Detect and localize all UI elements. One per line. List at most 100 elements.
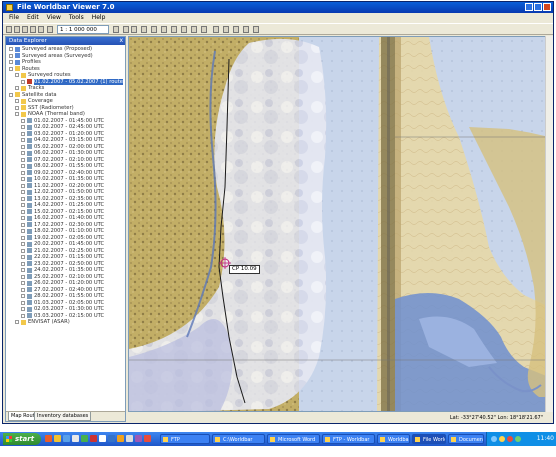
panel-close-icon[interactable]: x	[119, 37, 123, 45]
expand-toggle-icon[interactable]	[15, 112, 19, 116]
expand-toggle-icon[interactable]	[21, 190, 25, 194]
expand-toggle-icon[interactable]	[21, 229, 25, 233]
expand-toggle-icon[interactable]	[21, 281, 25, 285]
quicklaunch-tool-icon[interactable]	[135, 435, 142, 442]
taskbar-button[interactable]: File Worldbar Viewer	[412, 434, 446, 444]
expand-toggle-icon[interactable]	[21, 125, 25, 129]
quicklaunch-browser-icon[interactable]	[45, 435, 52, 442]
quicklaunch-desktop-icon[interactable]	[63, 435, 70, 442]
expand-toggle-icon[interactable]	[21, 79, 25, 84]
expand-toggle-icon[interactable]	[21, 144, 25, 149]
expand-toggle-icon[interactable]	[9, 92, 13, 97]
expand-toggle-icon[interactable]	[21, 242, 25, 246]
expand-toggle-icon[interactable]	[9, 66, 13, 71]
expand-toggle-icon[interactable]	[15, 86, 19, 90]
expand-toggle-icon[interactable]	[9, 60, 13, 64]
quicklaunch-ie-icon[interactable]	[108, 435, 115, 442]
new-icon[interactable]	[6, 26, 12, 33]
pan-icon[interactable]	[113, 26, 119, 33]
expand-toggle-icon[interactable]	[15, 99, 19, 103]
map-canvas[interactable]	[129, 37, 548, 412]
save-icon[interactable]	[22, 26, 28, 33]
info-icon[interactable]	[191, 26, 197, 33]
expand-toggle-icon[interactable]	[21, 248, 25, 253]
quicklaunch-notepad-icon[interactable]	[72, 435, 79, 442]
taskbar-button[interactable]: FTP	[160, 434, 210, 444]
expand-toggle-icon[interactable]	[21, 138, 25, 142]
start-button[interactable]: start	[3, 433, 41, 445]
tree-item[interactable]: ENVISAT (ASAR)	[6, 319, 125, 326]
expand-toggle-icon[interactable]	[21, 131, 25, 136]
expand-toggle-icon[interactable]	[21, 300, 25, 305]
expand-toggle-icon[interactable]	[21, 235, 25, 240]
quicklaunch-pdf-icon[interactable]	[144, 435, 151, 442]
expand-toggle-icon[interactable]	[21, 255, 25, 259]
expand-toggle-icon[interactable]	[9, 47, 13, 51]
expand-toggle-icon[interactable]	[21, 164, 25, 168]
expand-toggle-icon[interactable]	[9, 53, 13, 58]
quicklaunch-app-icon[interactable]	[81, 435, 88, 442]
scale-input[interactable]: 1 : 1 000 000	[57, 25, 109, 34]
print-icon[interactable]	[201, 26, 207, 33]
network-icon[interactable]	[491, 436, 497, 442]
expand-toggle-icon[interactable]	[21, 274, 25, 279]
expand-toggle-icon[interactable]	[21, 151, 25, 155]
expand-toggle-icon[interactable]	[21, 183, 25, 188]
expand-toggle-icon[interactable]	[21, 157, 25, 162]
expand-toggle-icon[interactable]	[21, 287, 25, 292]
expand-toggle-icon[interactable]	[21, 177, 25, 181]
home-icon[interactable]	[47, 26, 53, 33]
menu-file[interactable]: File	[9, 13, 19, 23]
expand-toggle-icon[interactable]	[15, 105, 19, 110]
quicklaunch-paint-icon[interactable]	[126, 435, 133, 442]
expand-toggle-icon[interactable]	[21, 170, 25, 175]
refresh-icon[interactable]	[151, 26, 157, 33]
close-button[interactable]	[543, 3, 551, 11]
expand-toggle-icon[interactable]	[21, 209, 25, 214]
layers-icon[interactable]	[171, 26, 177, 33]
export-icon[interactable]	[243, 26, 249, 33]
taskbar-button[interactable]: Microsoft Word	[267, 434, 320, 444]
antivirus-icon[interactable]	[507, 436, 513, 442]
taskbar-button[interactable]: C:\Worldbar	[212, 434, 265, 444]
map-scrollbar[interactable]	[545, 36, 553, 412]
expand-toggle-icon[interactable]	[15, 73, 19, 77]
quicklaunch-misc-icon[interactable]	[117, 435, 124, 442]
split-icon[interactable]	[233, 26, 239, 33]
back-icon[interactable]	[30, 26, 36, 33]
map-view[interactable]: CP 10.09	[128, 36, 548, 412]
quicklaunch-word-icon[interactable]	[99, 435, 106, 442]
forward-icon[interactable]	[38, 26, 44, 33]
menu-edit[interactable]: Edit	[27, 13, 39, 23]
globe-icon[interactable]	[161, 26, 167, 33]
quicklaunch-media-icon[interactable]	[90, 435, 97, 442]
expand-toggle-icon[interactable]	[21, 261, 25, 266]
menu-view[interactable]: View	[47, 13, 61, 23]
expand-toggle-icon[interactable]	[21, 203, 25, 207]
expand-toggle-icon[interactable]	[21, 268, 25, 272]
menu-tools[interactable]: Tools	[69, 13, 84, 23]
expand-toggle-icon[interactable]	[21, 196, 25, 201]
maximize-button[interactable]	[534, 3, 542, 11]
minimize-button[interactable]	[525, 3, 533, 11]
taskbar-button[interactable]: Document - Paint	[448, 434, 484, 444]
taskbar-button[interactable]: Worldbar	[377, 434, 410, 444]
expand-toggle-icon[interactable]	[15, 320, 19, 324]
settings-icon[interactable]	[253, 26, 259, 33]
update-icon[interactable]	[515, 436, 521, 442]
taskbar-button[interactable]: FTP - Worldbar	[322, 434, 375, 444]
expand-toggle-icon[interactable]	[21, 222, 25, 227]
expand-toggle-icon[interactable]	[21, 307, 25, 311]
zoom-out-icon[interactable]	[131, 26, 137, 33]
expand-toggle-icon[interactable]	[21, 313, 25, 318]
quicklaunch-folder-icon[interactable]	[54, 435, 61, 442]
grid-icon[interactable]	[181, 26, 187, 33]
menu-help[interactable]: Help	[92, 13, 106, 23]
expand-toggle-icon[interactable]	[21, 118, 25, 123]
measure-icon[interactable]	[141, 26, 147, 33]
expand-toggle-icon[interactable]	[21, 294, 25, 298]
zoom-in-icon[interactable]	[123, 26, 129, 33]
volume-icon[interactable]	[499, 436, 505, 442]
window-icon[interactable]	[223, 26, 229, 33]
open-icon[interactable]	[14, 26, 20, 33]
